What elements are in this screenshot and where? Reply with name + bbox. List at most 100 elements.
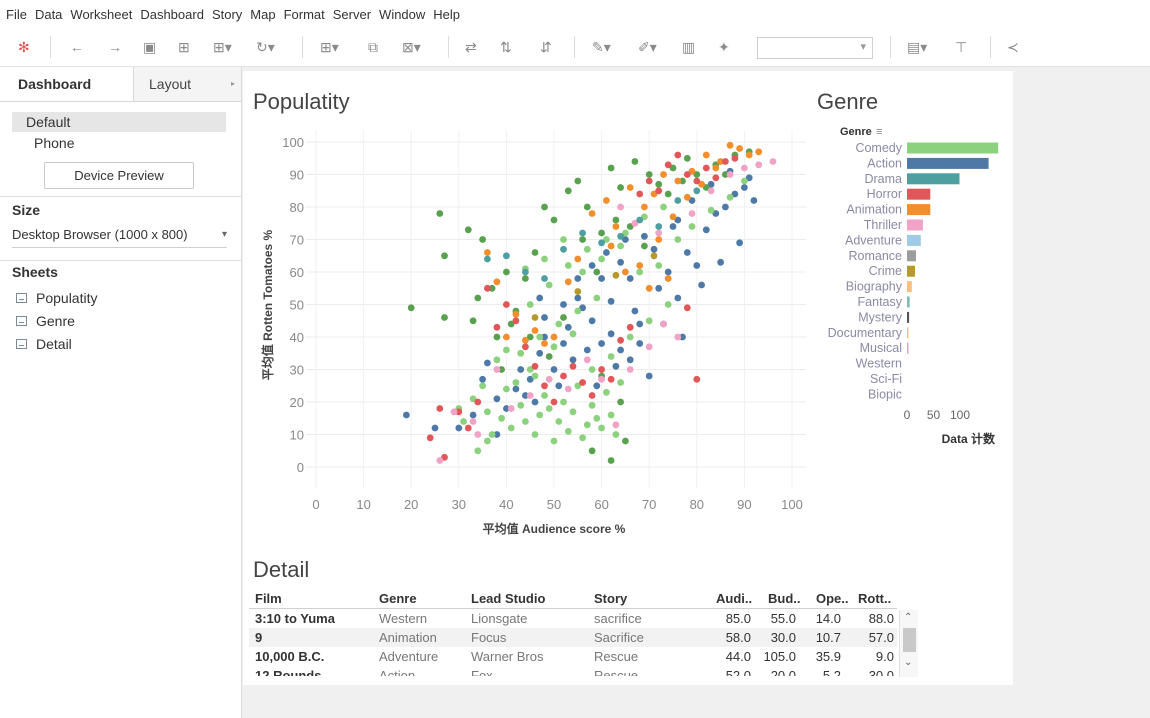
detail-title: Detail bbox=[253, 557, 310, 582]
sheet-item-detail[interactable]: Detail bbox=[16, 336, 72, 352]
table-row[interactable]: 9 Animation Focus Sacrifice 58.0 30.0 10… bbox=[249, 628, 897, 647]
new-sheet-icon[interactable]: ⊞▾ bbox=[213, 38, 232, 56]
tab-dashboard[interactable]: Dashboard bbox=[0, 67, 134, 101]
menu-file[interactable]: File bbox=[0, 7, 31, 22]
scroll-down-icon[interactable]: ⌄ bbox=[904, 657, 912, 668]
share-icon[interactable]: ≺ bbox=[1007, 38, 1019, 56]
size-dropdown[interactable]: Desktop Browser (1000 x 800) ▾ bbox=[12, 225, 227, 248]
dashboard-left-pane: Dashboard Layout ▸ Default Phone Device P… bbox=[0, 67, 242, 718]
cell-budget: 20.0 bbox=[770, 668, 796, 676]
col-header[interactable]: Film bbox=[255, 589, 282, 608]
sheets-heading: Sheets bbox=[12, 264, 58, 280]
col-header[interactable]: Rott.. bbox=[858, 589, 891, 608]
worksheet-icon bbox=[16, 316, 27, 326]
cell-opening: 5.2 bbox=[822, 668, 841, 676]
toolbar-separator bbox=[890, 36, 891, 58]
show-cards-icon[interactable]: ▤▾ bbox=[907, 38, 927, 56]
fit-dropdown[interactable] bbox=[757, 37, 873, 59]
menu-map[interactable]: Map bbox=[246, 7, 279, 22]
table-row[interactable]: 3:10 to Yuma Western Lionsgate sacrifice… bbox=[249, 609, 897, 628]
size-value: Desktop Browser (1000 x 800) bbox=[12, 227, 188, 242]
scrollbar-thumb[interactable] bbox=[903, 628, 916, 652]
cell-story: Rescue bbox=[594, 668, 639, 676]
presentation-icon[interactable]: ⊤ bbox=[955, 38, 967, 56]
menu-story[interactable]: Story bbox=[208, 7, 246, 22]
table-row[interactable]: 12 Rounds Action Fox Rescue 52.0 20.0 5.… bbox=[249, 666, 897, 676]
col-header[interactable]: Audi.. bbox=[716, 589, 752, 608]
col-header[interactable]: Bud.. bbox=[768, 589, 801, 608]
cell-studio: Fox bbox=[471, 668, 493, 676]
scatter-title: Populatity bbox=[253, 89, 350, 114]
col-header[interactable]: Ope.. bbox=[816, 589, 849, 608]
label-icon[interactable]: ▥ bbox=[682, 38, 695, 56]
toolbar: ✻ ← → ▣ ⊞ ⊞▾ ↻▾ ⊞▾ ⧉ ⊠▾ ⇄ ⇅ ⇵ ✎▾ ✐▾ ▥ ✦ … bbox=[0, 28, 1150, 67]
pin-icon[interactable]: ✦ bbox=[718, 38, 730, 56]
sheet-label: Genre bbox=[36, 313, 75, 329]
device-default[interactable]: Default bbox=[12, 112, 226, 132]
save-icon[interactable]: ▣ bbox=[143, 38, 156, 56]
cell-story: sacrifice bbox=[594, 611, 642, 626]
menu-server[interactable]: Server bbox=[329, 7, 375, 22]
cell-opening: 14.0 bbox=[815, 611, 841, 626]
cell-film: 10,000 B.C. bbox=[255, 649, 325, 664]
cell-story: Sacrifice bbox=[594, 630, 644, 645]
cell-studio: Lionsgate bbox=[471, 611, 528, 626]
highlight-icon[interactable]: ✎▾ bbox=[592, 38, 611, 56]
undo-icon[interactable]: ↻▾ bbox=[256, 38, 275, 56]
tab-layout[interactable]: Layout ▸ bbox=[134, 67, 241, 101]
menu-format[interactable]: Format bbox=[280, 7, 329, 22]
cell-film: 3:10 to Yuma bbox=[255, 611, 335, 626]
scroll-up-icon[interactable]: ⌃ bbox=[904, 612, 912, 623]
toolbar-separator bbox=[574, 36, 575, 58]
sheet-label: Populatity bbox=[36, 290, 98, 306]
chevron-down-icon: ▾ bbox=[221, 229, 227, 240]
cell-studio: Focus bbox=[471, 630, 507, 645]
toolbar-separator bbox=[50, 36, 51, 58]
device-preview-button[interactable]: Device Preview bbox=[44, 162, 194, 189]
cell-rotten: 9.0 bbox=[875, 649, 894, 664]
table-row[interactable]: 10,000 B.C. Adventure Warner Bros Rescue… bbox=[249, 647, 897, 666]
color-icon[interactable]: ✐▾ bbox=[638, 38, 657, 56]
menu-bar: File Data Worksheet Dashboard Story Map … bbox=[0, 0, 1150, 28]
cell-film: 9 bbox=[255, 630, 263, 645]
sort-asc-icon[interactable]: ⇅ bbox=[500, 38, 512, 56]
cell-genre: Action bbox=[379, 668, 416, 676]
cell-opening: 10.7 bbox=[815, 630, 841, 645]
menu-worksheet[interactable]: Worksheet bbox=[66, 7, 136, 22]
tableau-logo-icon[interactable]: ✻ bbox=[18, 38, 30, 56]
cell-budget: 55.0 bbox=[770, 611, 796, 626]
cell-audience: 85.0 bbox=[725, 611, 751, 626]
duplicate-icon[interactable]: ⧉ bbox=[368, 38, 378, 56]
divider bbox=[0, 196, 241, 197]
menu-data[interactable]: Data bbox=[31, 7, 66, 22]
back-arrow-icon[interactable]: ← bbox=[70, 38, 84, 56]
forward-arrow-icon[interactable]: → bbox=[108, 38, 122, 56]
cell-opening: 35.9 bbox=[815, 649, 841, 664]
pane-tabs: Dashboard Layout ▸ bbox=[0, 67, 241, 102]
sheet-item-populatity[interactable]: Populatity bbox=[16, 290, 97, 306]
cell-budget: 30.0 bbox=[770, 630, 796, 645]
table-scrollbar[interactable]: ⌃ ⌄ bbox=[899, 610, 918, 677]
cell-audience: 58.0 bbox=[725, 630, 751, 645]
new-datasource-icon[interactable]: ⊞ bbox=[178, 38, 190, 56]
menu-window[interactable]: Window bbox=[375, 7, 429, 22]
tab-layout-label: Layout bbox=[149, 76, 192, 92]
sheet-item-genre[interactable]: Genre bbox=[16, 313, 75, 329]
device-phone[interactable]: Phone bbox=[12, 133, 226, 153]
clear-icon[interactable]: ⊠▾ bbox=[402, 38, 421, 56]
sheet-label: Detail bbox=[36, 336, 72, 352]
cell-genre: Western bbox=[379, 611, 428, 626]
sort-desc-icon[interactable]: ⇵ bbox=[540, 38, 552, 56]
divider bbox=[0, 260, 241, 261]
swap-icon[interactable]: ⇄ bbox=[465, 38, 477, 56]
add-worksheet-icon[interactable]: ⊞▾ bbox=[320, 38, 339, 56]
col-header[interactable]: Story bbox=[594, 589, 627, 608]
menu-dashboard[interactable]: Dashboard bbox=[136, 7, 208, 22]
col-header[interactable]: Genre bbox=[379, 589, 417, 608]
cell-audience: 44.0 bbox=[725, 649, 751, 664]
cell-story: Rescue bbox=[594, 649, 639, 664]
menu-help[interactable]: Help bbox=[429, 7, 464, 22]
col-header[interactable]: Lead Studio bbox=[471, 589, 545, 608]
tab-scroll-icon[interactable]: ▸ bbox=[231, 67, 235, 101]
cell-audience: 52.0 bbox=[725, 668, 751, 676]
